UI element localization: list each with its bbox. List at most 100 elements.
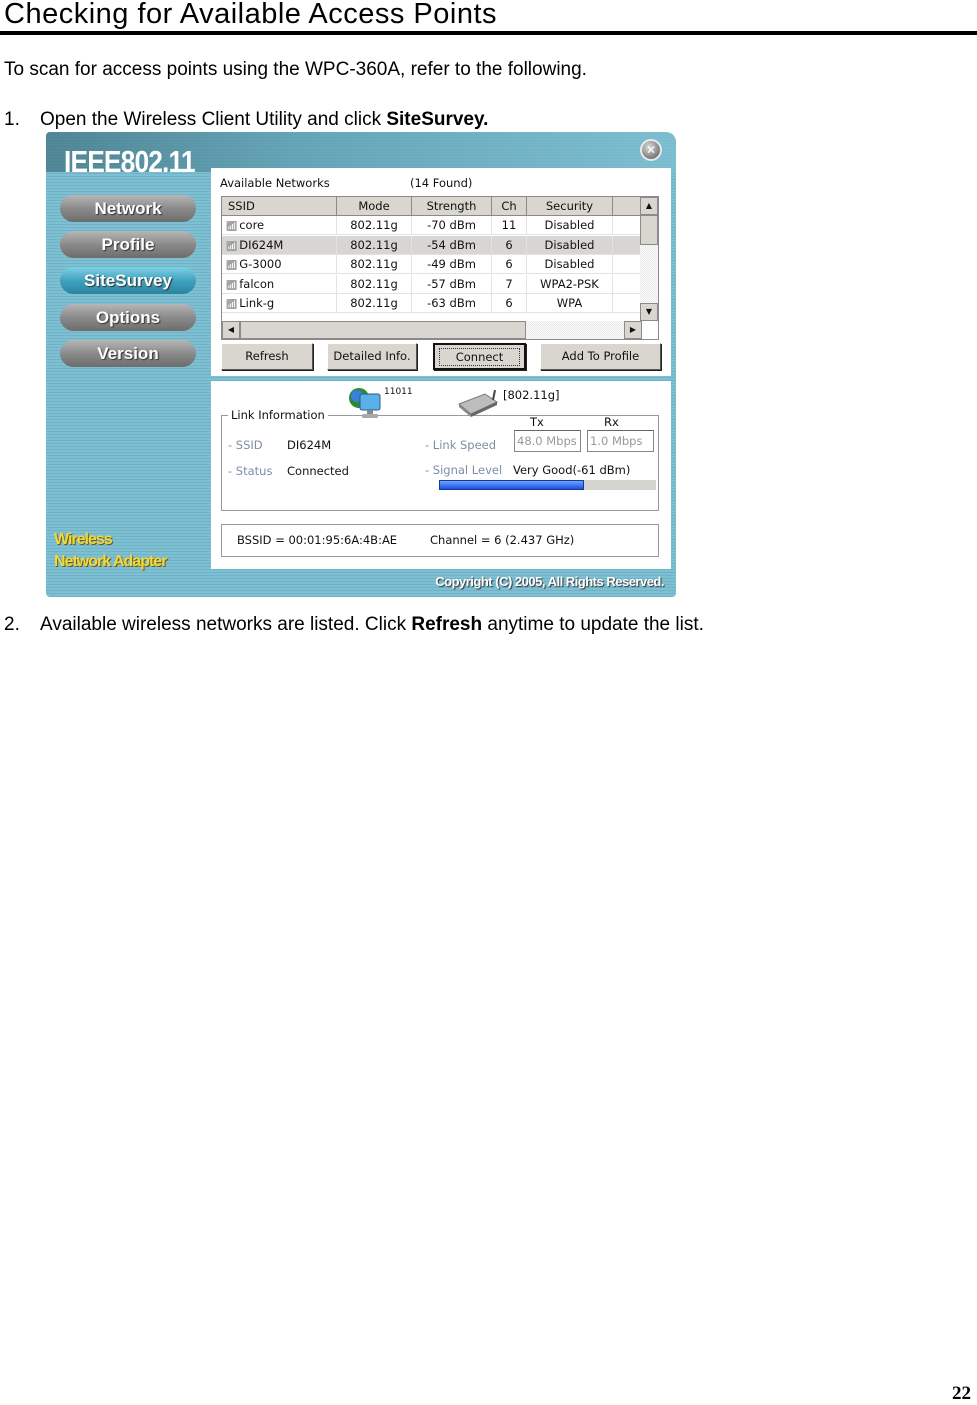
cell-mode: 802.11g	[337, 235, 412, 255]
network-row[interactable]: 📶 DI624M 802.11g -54 dBm 6 Disabled	[222, 235, 642, 255]
computer-globe-icon	[349, 388, 381, 418]
cell-text: -54 dBm	[427, 237, 476, 252]
link-information-legend: Link Information	[231, 408, 325, 422]
cell-security: WPA2-PSK	[527, 274, 613, 294]
add-to-profile-button[interactable]: Add To Profile	[540, 343, 661, 370]
step-text-after: anytime to update the list.	[482, 614, 704, 635]
step-number: 1.	[4, 109, 20, 130]
step-number: 2.	[4, 614, 20, 635]
bssid-text: BSSID = 00:01:95:6A:4B:AE	[237, 533, 398, 547]
cell-strength: -49 dBm	[412, 255, 492, 274]
detailed-info-button[interactable]: Detailed Info.	[327, 343, 417, 370]
channel-text: Channel = 6 (2.437 GHz)	[430, 533, 575, 547]
cell-text: 6	[505, 257, 513, 271]
cell-text: Disabled	[544, 218, 595, 232]
signal-level-fill	[439, 480, 585, 490]
column-header-extra[interactable]	[613, 197, 642, 216]
app-logo: IEEE802.11	[64, 144, 196, 179]
rx-speed-field: 1.0 Mbps	[587, 430, 654, 452]
cell-mode: 802.11g	[337, 274, 412, 294]
cell-text: WPA	[556, 296, 583, 310]
cell-strength: -70 dBm	[412, 216, 492, 235]
step-text: Open the Wireless Client Utility and cli…	[40, 109, 387, 130]
nav-version[interactable]: Version	[60, 340, 196, 367]
column-header-ch[interactable]: Ch	[492, 197, 527, 216]
vertical-scroll-thumb[interactable]	[640, 215, 658, 245]
scroll-down-button[interactable]: ▼	[640, 303, 658, 321]
cell-text: 802.11g	[350, 276, 398, 291]
cell-text: 11	[501, 218, 517, 232]
cell-text: 6	[505, 296, 513, 310]
cell-text: 7	[505, 276, 513, 291]
step-1: 1. Open the Wireless Client Utility and c…	[4, 109, 488, 131]
cell-mode: 802.11g	[337, 255, 412, 274]
column-header-ssid[interactable]: SSID	[222, 197, 337, 216]
cell-ch: 11	[492, 216, 527, 235]
page-heading: Checking for Available Access Points	[4, 0, 498, 30]
cell-ssid: 📶 G-3000	[222, 255, 337, 274]
mode-indicator: [802.11g]	[503, 388, 560, 402]
cell-security: Disabled	[527, 235, 613, 255]
cell-text: -57 dBm	[427, 276, 476, 291]
cell-text: DI624M	[239, 237, 284, 252]
cell-strength: -63 dBm	[412, 294, 492, 313]
network-row[interactable]: 📶 Link-g 802.11g -63 dBm 6 WPA	[222, 294, 642, 313]
column-header-mode[interactable]: Mode	[337, 197, 412, 216]
networks-found-count: (14 Found)	[410, 176, 473, 190]
scroll-up-button[interactable]: ▲	[640, 197, 658, 215]
nav-options[interactable]: Options	[60, 304, 196, 331]
arrow-down-icon: ▼	[645, 307, 653, 316]
brand-line-2: Network Adapter	[54, 553, 167, 570]
column-header-strength[interactable]: Strength	[412, 197, 492, 216]
horizontal-scrollbar[interactable]: ◀ ▶	[222, 321, 642, 339]
network-row[interactable]: 📶 core 802.11g -70 dBm 11 Disabled	[222, 216, 642, 235]
access-point-icon: 📶	[226, 222, 238, 232]
available-networks-panel: Available Networks (14 Found) SSID Mode …	[211, 168, 671, 376]
copyright-text: Copyright (C) 2005, All Rights Reserved.	[435, 574, 664, 589]
networks-list[interactable]: SSID Mode Strength Ch Security 📶 core 802.…	[221, 196, 659, 340]
signal-level-label: - Signal Level	[425, 463, 503, 477]
cell-ch: 6	[492, 235, 527, 255]
scroll-right-button[interactable]: ▶	[624, 321, 642, 339]
close-icon: ✕	[645, 143, 657, 157]
cell-security: WPA	[527, 294, 613, 313]
scroll-left-button[interactable]: ◀	[222, 321, 240, 339]
cell-text: 6	[505, 237, 513, 252]
vertical-scrollbar[interactable]: ▲ ▼	[640, 197, 658, 321]
cell-strength: -54 dBm	[412, 235, 492, 255]
cell-extra	[613, 235, 642, 255]
link-information-group: Link Information	[221, 408, 659, 511]
signal-level-value: Very Good(-61 dBm)	[513, 463, 631, 477]
nav-profile[interactable]: Profile	[60, 231, 196, 258]
pc-code: 11011	[384, 387, 413, 397]
cell-strength: -57 dBm	[412, 274, 492, 294]
cell-text: Disabled	[544, 237, 595, 252]
access-point-icon: 📶	[226, 241, 238, 252]
step-2: 2. Available wireless networks are listed…	[4, 614, 704, 636]
cell-extra	[613, 255, 642, 274]
page-number: 22	[952, 1383, 971, 1404]
network-row[interactable]: 📶 falcon 802.11g -57 dBm 7 WPA2-PSK	[222, 274, 642, 294]
cell-text: WPA2-PSK	[540, 276, 599, 291]
signal-level-bar	[439, 480, 656, 490]
cell-ssid: 📶 falcon	[222, 274, 337, 294]
connect-button[interactable]: Connect	[433, 343, 526, 370]
step-bold: SiteSurvey.	[386, 109, 489, 130]
cell-text: -63 dBm	[427, 296, 476, 310]
cell-text: G-3000	[239, 257, 282, 271]
network-row[interactable]: 📶 G-3000 802.11g -49 dBm 6 Disabled	[222, 255, 642, 274]
column-header-security[interactable]: Security	[527, 197, 613, 216]
nav-network[interactable]: Network	[60, 195, 196, 222]
cell-ch: 7	[492, 274, 527, 294]
cell-ssid: 📶 DI624M	[222, 235, 337, 255]
brand-text: Wireless Network Adapter	[54, 529, 167, 573]
wireless-client-utility-window: IEEE802.11 ✕ Network Profile SiteSurvey …	[46, 132, 676, 597]
horizontal-scroll-thumb[interactable]	[240, 321, 526, 339]
nav-sitesurvey[interactable]: SiteSurvey	[60, 267, 196, 294]
refresh-button[interactable]: Refresh	[221, 343, 313, 370]
available-networks-label: Available Networks	[220, 176, 330, 190]
rx-label: Rx	[604, 415, 619, 429]
cell-ch: 6	[492, 255, 527, 274]
status-value: Connected	[287, 464, 349, 478]
close-button[interactable]: ✕	[640, 139, 662, 161]
